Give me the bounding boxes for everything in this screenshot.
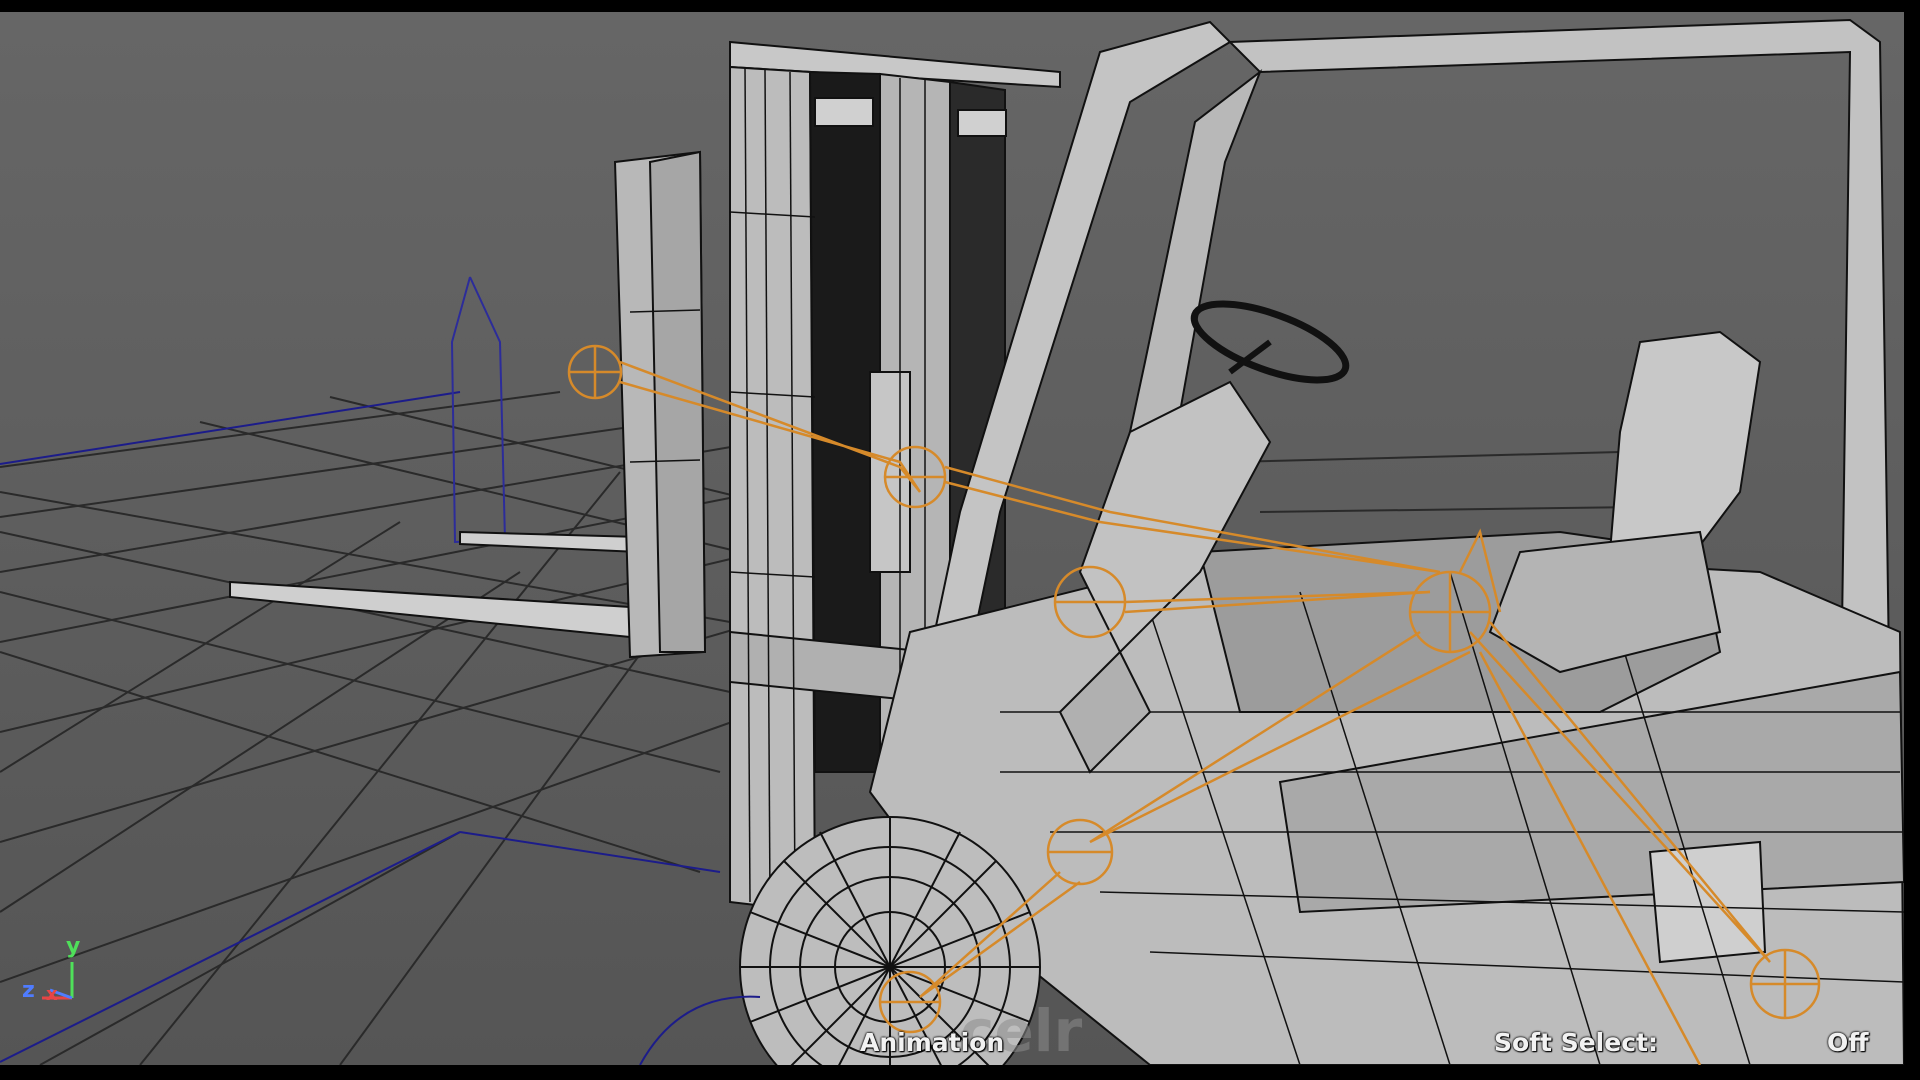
axis-z-label: z [22,978,35,1003]
axis-y-label: y [66,934,81,959]
viewport-scene[interactable] [0,12,1904,1065]
3d-viewport[interactable]: celr y z x Animation Soft Select: Off [0,12,1904,1065]
axis-x-label: x [46,984,58,1005]
hud-soft-select-value: Off [1827,1028,1869,1057]
hud-mode-label: Animation [860,1028,1005,1057]
hud-soft-select-label: Soft Select: [1494,1028,1658,1057]
